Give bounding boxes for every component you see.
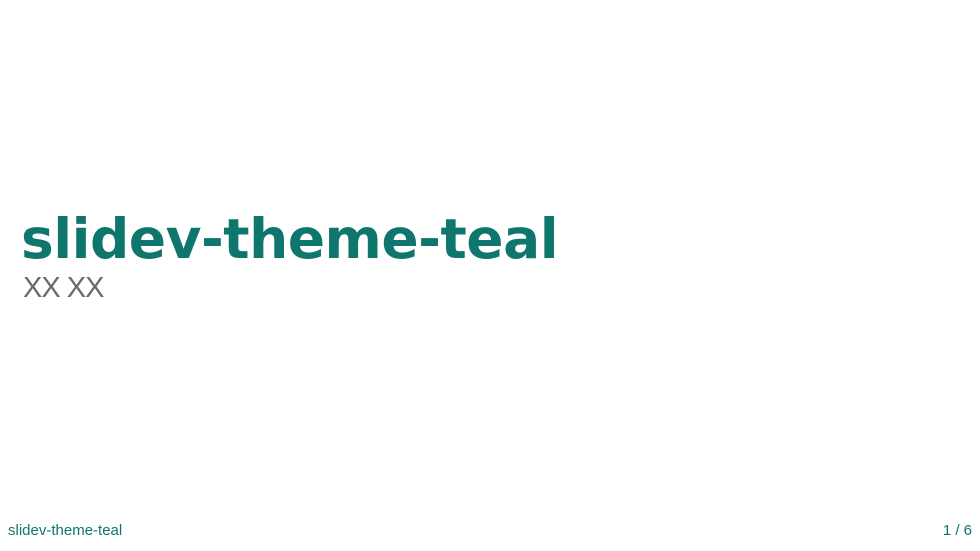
title-block: slidev-theme-teal XX XX (21, 202, 559, 306)
slide-footer: slidev-theme-teal 1 / 6 (8, 521, 972, 541)
page-number: 1 / 6 (942, 522, 972, 539)
footer-title: slidev-theme-teal (8, 522, 123, 539)
slide-title: slidev-theme-teal (21, 207, 559, 271)
slide: slidev-theme-teal XX XX slidev-theme-tea… (0, 0, 980, 551)
